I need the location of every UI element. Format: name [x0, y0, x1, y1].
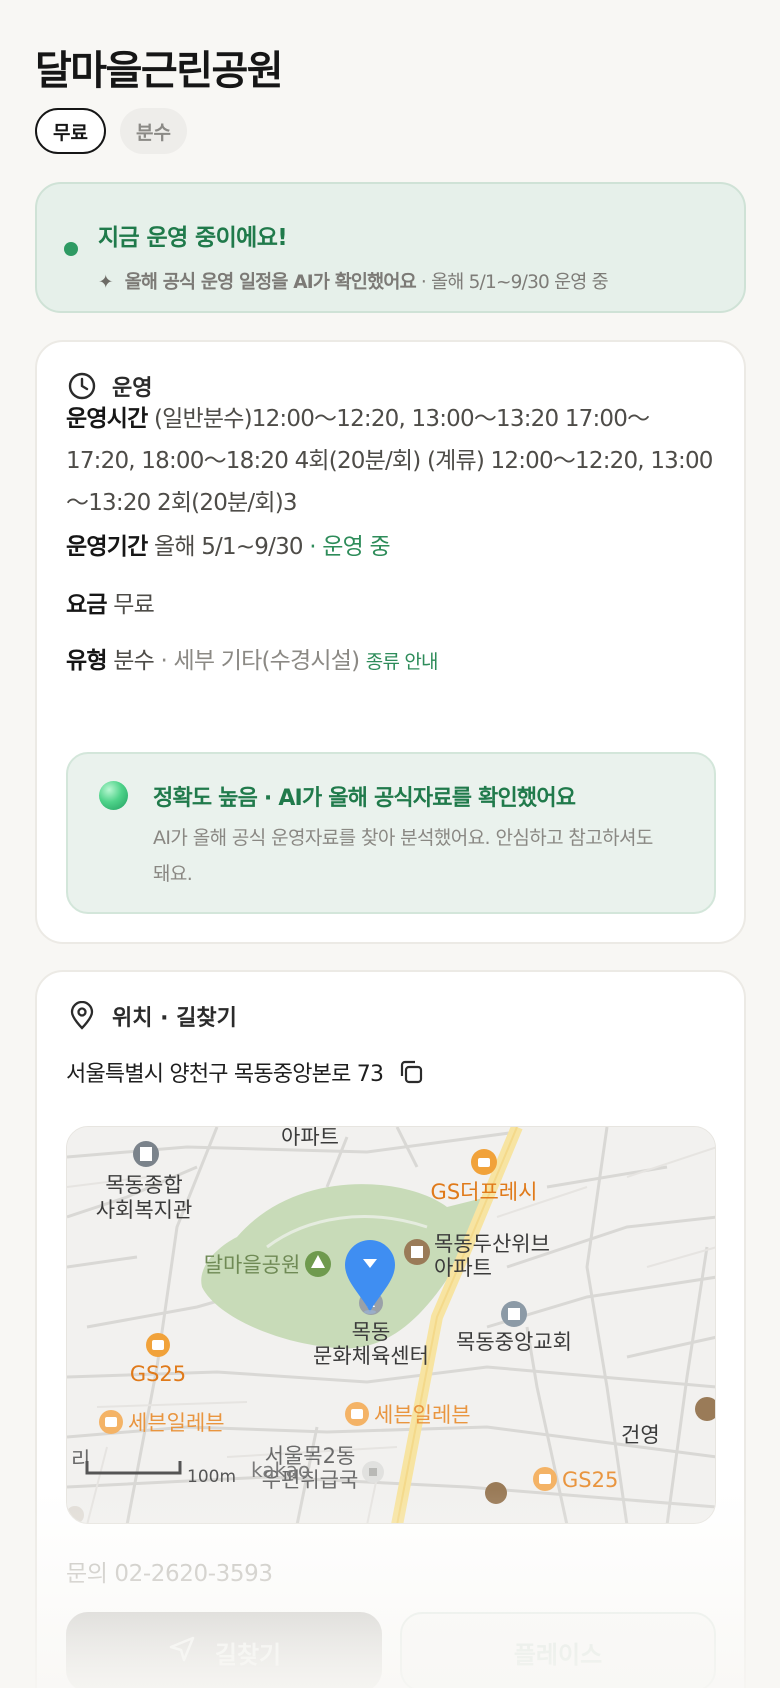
page-title: 달마을근린공원: [35, 48, 284, 94]
location-pin-icon: [66, 1000, 98, 1032]
address-text: 서울특별시 양천구 목동중앙본로 73: [66, 1062, 384, 1087]
ai-orb-icon: [99, 781, 128, 810]
place-button[interactable]: 플레이스: [400, 1612, 716, 1688]
ai-note: 올해 공식 운영 일정을 AI가 확인했어요: [124, 272, 417, 293]
type-detail: · 세부 기타(수경시설): [160, 648, 361, 674]
type-value: 분수: [113, 648, 155, 674]
map-label-park: 달마을공원: [204, 1253, 301, 1277]
map-label-seven-mid: 세븐일레븐: [374, 1403, 471, 1427]
map-label-gs-fresh: GS더프레시: [431, 1180, 538, 1204]
period-row: 운영기간 올해 5/1~9/30 · 운영 중: [66, 526, 716, 568]
type-row: 유형 분수 · 세부 기타(수경시설) 종류 안내: [66, 640, 716, 683]
status-period: · 올해 5/1~9/30 운영 중: [420, 272, 609, 293]
address-row: 서울특별시 양천구 목동중앙본로 73: [66, 1056, 427, 1088]
location-card: 위치 · 길찾기 서울특별시 양천구 목동중앙본로 73 목동종합 사회복지관 …: [35, 970, 746, 1688]
accuracy-title: 정확도 높음 · AI가 올해 공식자료를 확인했어요: [153, 786, 576, 811]
directions-label: 길찾기: [214, 1640, 282, 1669]
navigation-arrow-icon: [167, 1634, 197, 1670]
map-label-center1: 목동: [352, 1320, 391, 1344]
contact-phone[interactable]: 문의 02-2620-3593: [66, 1554, 273, 1588]
operating-status-banner: 지금 운영 중이에요! ✦ 올해 공식 운영 일정을 AI가 확인했어요 · 올해…: [35, 182, 746, 313]
map-label-seven-left: 세븐일레븐: [128, 1411, 225, 1435]
accuracy-description: AI가 올해 공식 운영자료를 찾아 분석했어요. 안심하고 참고하셔도 돼요.: [153, 827, 653, 885]
map-label-church: 목동중앙교회: [456, 1330, 572, 1354]
map-label-apt-top: 아파트: [281, 1127, 339, 1149]
hours-label: 운영시간: [66, 406, 148, 432]
location-header: 위치 · 길찾기: [66, 1000, 237, 1032]
chip-free[interactable]: 무료: [35, 108, 106, 154]
period-label: 운영기간: [66, 534, 148, 560]
hours-value: (일반분수)12:00～12:20, 13:00～13:20 17:00～17:…: [66, 406, 713, 516]
hours-row: 운영시간 (일반분수)12:00～12:20, 13:00～13:20 17:0…: [66, 398, 716, 524]
copy-icon[interactable]: [395, 1056, 427, 1088]
accuracy-box: 정확도 높음 · AI가 올해 공식자료를 확인했어요 AI가 올해 공식 운영…: [66, 752, 716, 914]
sparkle-icon: ✦: [98, 272, 113, 293]
status-dot-icon: [64, 242, 78, 256]
period-status: · 운영 중: [309, 534, 390, 560]
fee-row: 요금 무료: [66, 584, 716, 626]
map-brand: kakao: [251, 1458, 310, 1482]
chip-fountain[interactable]: 분수: [119, 108, 187, 154]
directions-button[interactable]: 길찾기: [66, 1612, 382, 1688]
map-label-doosan2: 아파트: [434, 1256, 492, 1280]
map-label-gs25-left: GS25: [130, 1362, 186, 1386]
map-scale-label: 100m: [187, 1467, 236, 1487]
map-label-welfare1: 목동종합: [105, 1173, 182, 1197]
type-guide-link[interactable]: 종류 안내: [366, 651, 439, 673]
type-label: 유형: [66, 648, 108, 674]
map-view[interactable]: 목동종합 사회복지관 아파트 GS더프레시 달마을공원 목동두산위브 아파트 목…: [66, 1126, 716, 1524]
operation-card: 운영 운영시간 (일반분수)12:00～12:20, 13:00～13:20 1…: [35, 340, 746, 944]
map-label-gs25-right: GS25: [562, 1468, 618, 1492]
status-subtext: ✦ 올해 공식 운영 일정을 AI가 확인했어요 · 올해 5/1~9/30 운영…: [98, 268, 609, 294]
map-label-welfare2: 사회복지관: [96, 1198, 193, 1222]
location-title: 위치 · 길찾기: [112, 1006, 237, 1031]
place-label: 플레이스: [513, 1640, 603, 1669]
map-label-center2: 문화체육센터: [313, 1344, 429, 1368]
map-label-building: 건영: [621, 1423, 660, 1447]
fee-value: 무료: [113, 592, 155, 618]
status-headline: 지금 운영 중이에요!: [98, 225, 288, 251]
period-value: 올해 5/1~9/30: [153, 534, 304, 560]
tag-chips: 무료 분수: [35, 108, 187, 154]
fee-label: 요금: [66, 592, 108, 618]
map-label-doosan1: 목동두산위브: [434, 1232, 550, 1256]
